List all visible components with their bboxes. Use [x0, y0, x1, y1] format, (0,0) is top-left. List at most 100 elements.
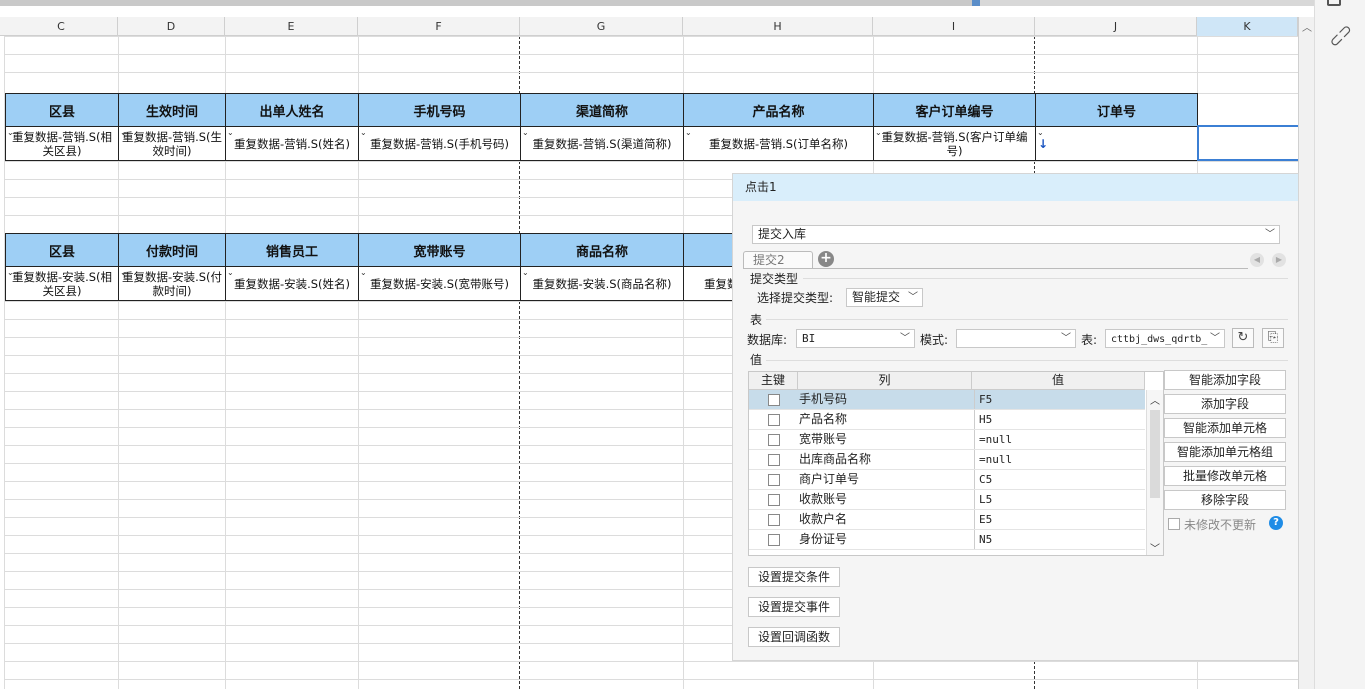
t2-header-district[interactable]: 区县	[5, 233, 119, 267]
link-icon[interactable]: ⊂⊃	[1324, 19, 1356, 51]
column-value[interactable]: =null	[974, 450, 1012, 469]
column-value[interactable]: L5	[974, 490, 992, 509]
scroll-up-icon[interactable]: ︿	[1150, 392, 1160, 407]
set-submit-event-button[interactable]: 设置提交事件	[748, 597, 841, 617]
column-value[interactable]: =null	[974, 430, 1012, 449]
primary-key-checkbox[interactable]	[768, 394, 780, 406]
set-callback-button[interactable]: 设置回调函数	[748, 627, 841, 647]
t1-header-order-no[interactable]: 订单号	[1035, 93, 1198, 127]
schema-select[interactable]: ﹀	[956, 329, 1076, 348]
t2-header-broadband[interactable]: 宽带账号	[358, 233, 521, 267]
t1-header-customer-order[interactable]: 客户订单编号	[873, 93, 1036, 127]
column-name[interactable]: 商户订单号	[799, 470, 859, 489]
field-mapping-table[interactable]: 主键 列 值 手机号码 F5 产品名称 H5 宽带账号 =null 出库商品名称 =null 商…	[748, 371, 1164, 556]
preview-table-icon[interactable]: ⎘	[1262, 328, 1284, 348]
primary-key-checkbox[interactable]	[768, 474, 780, 486]
database-select[interactable]: BI ﹀	[796, 329, 915, 348]
table-row[interactable]: 手机号码 F5	[749, 390, 1145, 410]
column-header-i[interactable]: I	[873, 17, 1035, 36]
column-value[interactable]: F5	[974, 390, 992, 409]
t1-header-issuer-name[interactable]: 出单人姓名	[225, 93, 359, 127]
table-row[interactable]: 收款户名 E5	[749, 510, 1145, 530]
table-select[interactable]: cttbj_dws_qdrtb_ ﹀	[1105, 329, 1225, 348]
primary-key-checkbox[interactable]	[768, 494, 780, 506]
column-value[interactable]: E5	[974, 510, 992, 529]
t1-header-phone[interactable]: 手机号码	[358, 93, 521, 127]
column-name[interactable]: 身份证号	[799, 530, 847, 549]
column-value[interactable]: N5	[974, 530, 992, 549]
t1-cell-name[interactable]: ⌄ 重复数据-营销.S(姓名)	[225, 126, 359, 161]
table-row[interactable]: 身份证号 N5	[749, 530, 1145, 550]
submit-type-select[interactable]: 智能提交 ﹀	[846, 288, 923, 307]
no-update-checkbox[interactable]	[1168, 518, 1180, 530]
column-header-f[interactable]: F	[358, 17, 520, 36]
t1-cell-customer-order[interactable]: ⌄ 重复数据-营销.S(客户订单编号)	[873, 126, 1036, 161]
primary-key-checkbox[interactable]	[768, 454, 780, 466]
tab-submit2[interactable]: 提交2	[743, 251, 813, 269]
add-tab-icon[interactable]: +	[818, 251, 834, 267]
t1-cell-channel[interactable]: ⌄ 重复数据-营销.S(渠道简称)	[520, 126, 684, 161]
column-header-j[interactable]: J	[1035, 17, 1197, 36]
tab-prev-icon[interactable]: ◀	[1250, 253, 1264, 267]
column-name[interactable]: 收款户名	[799, 510, 847, 529]
table-scrollbar[interactable]: ︿ ﹀	[1146, 390, 1163, 555]
t2-header-sales-staff[interactable]: 销售员工	[225, 233, 359, 267]
add-field-button[interactable]: 添加字段	[1164, 394, 1286, 414]
table-row[interactable]: 商户订单号 C5	[749, 470, 1145, 490]
column-value[interactable]: H5	[974, 410, 992, 429]
smart-add-cell-group-button[interactable]: 智能添加单元格组	[1164, 442, 1286, 462]
t1-cell-district[interactable]: ⌄ 重复数据-营销.S(相关区县)	[5, 126, 119, 161]
column-header-g[interactable]: G	[520, 17, 683, 36]
table-row[interactable]: 出库商品名称 =null	[749, 450, 1145, 470]
scrollbar-thumb[interactable]	[1150, 410, 1160, 498]
scroll-down-icon[interactable]: ﹀	[1150, 540, 1160, 555]
t1-header-district[interactable]: 区县	[5, 93, 119, 127]
table-row[interactable]: 宽带账号 =null	[749, 430, 1145, 450]
header-primary-key[interactable]: 主键	[749, 372, 798, 390]
t1-cell-product[interactable]: ⌄ 重复数据-营销.S(订单名称)	[683, 126, 874, 161]
t2-cell-district[interactable]: ⌄ 重复数据-安装.S(相关区县)	[5, 266, 119, 301]
column-name[interactable]: 手机号码	[799, 390, 847, 409]
t2-cell-name[interactable]: ⌄ 重复数据-安装.S(姓名)	[225, 266, 359, 301]
t2-cell-goods[interactable]: ⌄ 重复数据-安装.S(商品名称)	[520, 266, 684, 301]
refresh-icon[interactable]: ↻	[1232, 328, 1254, 348]
t1-cell-phone[interactable]: ⌄ 重复数据-营销.S(手机号码)	[358, 126, 521, 161]
action-type-select[interactable]: 提交入库 ﹀	[752, 225, 1280, 244]
batch-edit-cells-button[interactable]: 批量修改单元格	[1164, 466, 1286, 486]
scroll-up-icon[interactable]: ︿	[1302, 19, 1312, 34]
primary-key-checkbox[interactable]	[768, 434, 780, 446]
primary-key-checkbox[interactable]	[768, 414, 780, 426]
header-column[interactable]: 列	[798, 372, 972, 390]
smart-add-field-button[interactable]: 智能添加字段	[1164, 370, 1286, 390]
t2-header-payment-time[interactable]: 付款时间	[118, 233, 226, 267]
column-name[interactable]: 产品名称	[799, 410, 847, 429]
primary-key-checkbox[interactable]	[768, 534, 780, 546]
paste-icon[interactable]	[1327, 0, 1341, 6]
t1-header-channel[interactable]: 渠道简称	[520, 93, 684, 127]
smart-add-cell-button[interactable]: 智能添加单元格	[1164, 418, 1286, 438]
column-header-c[interactable]: C	[5, 17, 118, 36]
column-value[interactable]: C5	[974, 470, 992, 489]
remove-field-button[interactable]: 移除字段	[1164, 490, 1286, 510]
help-icon[interactable]: ?	[1269, 516, 1283, 530]
column-header-e[interactable]: E	[225, 17, 358, 36]
t2-header-goods[interactable]: 商品名称	[520, 233, 684, 267]
tab-next-icon[interactable]: ▶	[1272, 253, 1286, 267]
column-name[interactable]: 收款账号	[799, 490, 847, 509]
primary-key-checkbox[interactable]	[768, 514, 780, 526]
table-row[interactable]: 产品名称 H5	[749, 410, 1145, 430]
header-value[interactable]: 值	[972, 372, 1145, 390]
set-submit-condition-button[interactable]: 设置提交条件	[748, 567, 841, 587]
t2-cell-payment-time[interactable]: ⌄ 重复数据-安装.S(付款时间)	[118, 266, 226, 301]
t1-header-product[interactable]: 产品名称	[683, 93, 874, 127]
vertical-scrollbar[interactable]: ︿	[1298, 17, 1314, 689]
column-header-k[interactable]: K	[1197, 17, 1298, 36]
column-name[interactable]: 出库商品名称	[799, 450, 871, 469]
t2-cell-broadband[interactable]: ⌄ 重复数据-安装.S(宽带账号)	[358, 266, 521, 301]
column-header-d[interactable]: D	[118, 17, 225, 36]
column-name[interactable]: 宽带账号	[799, 430, 847, 449]
column-header-h[interactable]: H	[683, 17, 873, 36]
t1-cell-order-no[interactable]: ⌄ ↓	[1035, 126, 1198, 161]
table-row[interactable]: 收款账号 L5	[749, 490, 1145, 510]
selected-cell-k5[interactable]	[1197, 125, 1298, 161]
